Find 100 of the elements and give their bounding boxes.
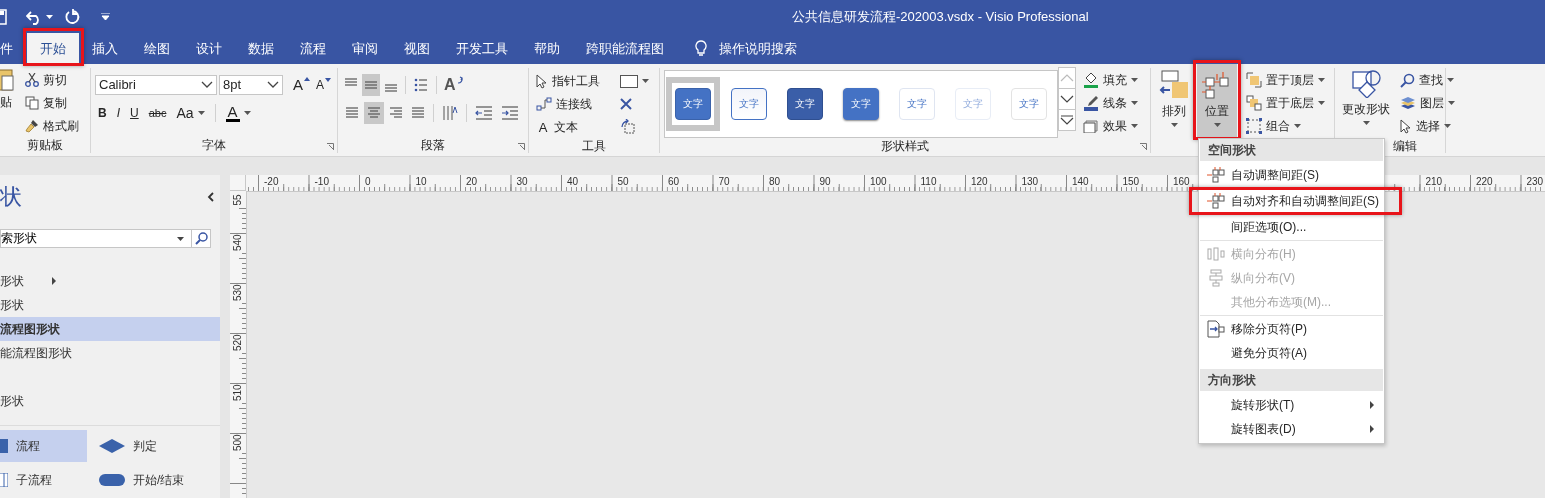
shape-style-option[interactable]: 填充 [1080,69,1141,91]
ribbon-tab[interactable]: 视图 [391,33,443,64]
tool-button[interactable]: 连接线 [533,93,613,115]
ribbon-tab[interactable]: 件 [0,33,13,64]
redo-icon [65,8,81,25]
indent-icon [501,105,519,120]
outdent-icon [475,105,493,120]
underline-button[interactable]: U [127,101,142,124]
caret-icon [1318,101,1325,105]
caret-icon [1362,121,1370,125]
customize-icon [101,13,110,20]
large-button[interactable]: 位置 [1197,64,1237,138]
change-shape-button[interactable]: 更改形状 [1339,64,1393,138]
edit-button[interactable]: 选择 [1397,115,1458,137]
menu-item[interactable]: 间距选项(O)... [1200,215,1383,239]
large-button[interactable]: 排列 [1155,64,1193,138]
ruler-label: 70 [717,176,731,187]
connector-icon [536,97,552,111]
ruler-label: 10 [414,176,428,187]
change-shape-icon [1351,68,1381,98]
menu-item[interactable]: 自动对齐和自动调整间距(S) [1189,187,1402,215]
menu-item[interactable]: 避免分页符(A) [1200,341,1383,365]
tool-button[interactable]: 指针工具 [533,70,613,92]
clipboard-button[interactable]: 复制 [22,92,82,114]
align-middle-button[interactable] [362,73,380,96]
ribbon-tab[interactable]: 帮助 [521,33,573,64]
ribbon-tab[interactable]: 跨职能流程图 [573,33,677,64]
spacing-icon [1206,193,1225,209]
menu-item[interactable]: 自动调整间距(S) [1200,163,1383,187]
shrink-font-button[interactable]: A [314,73,334,96]
ribbon-tab[interactable]: 绘图 [131,33,183,64]
scroll-down-button[interactable] [1058,88,1076,110]
justify-icon [411,105,425,120]
menu-heading: 空间形状 [1200,139,1383,161]
align-center-button[interactable] [364,101,384,124]
arrange-button[interactable]: 置于底层 [1243,92,1328,114]
stencil-shape[interactable]: 流程 [0,430,87,462]
ruler-label: 40 [566,176,580,187]
tool-button[interactable]: A 文本 [533,116,613,138]
style-swatch[interactable]: 文字 [666,77,720,131]
ribbon-tab[interactable]: 数据 [235,33,287,64]
change-case-button[interactable]: Aa [173,101,208,124]
process-shape-icon [0,439,8,453]
edit-button[interactable]: 图层 [1397,92,1458,114]
ruler-label: 520 [230,335,246,351]
paste-button[interactable]: 贴 [0,68,18,134]
search-icon [1400,72,1415,88]
shape-style-option[interactable]: 效果 [1080,115,1141,137]
ribbon-tab[interactable]: 插入 [79,33,131,64]
decision-shape-icon [99,439,125,453]
stencil-item[interactable]: 形状 [0,389,220,413]
tell-me-search[interactable]: 操作说明搜索 [689,33,803,64]
distribute-horizontal-icon [1206,247,1225,261]
more-styles-button[interactable] [1058,109,1076,131]
ribbon-tab[interactable]: 设计 [183,33,235,64]
ruler-label: 530 [230,285,246,301]
caret-icon [1444,124,1451,128]
arrange-button[interactable]: 置于顶层 [1243,69,1328,91]
stencil-item[interactable]: 流程图形状 [0,317,220,341]
menu-item[interactable]: 旋转形状(T) [1200,393,1383,417]
ruler-label: 120 [970,176,989,187]
stencil-item[interactable]: 形状 [0,293,220,317]
search-field[interactable]: 索形状 [0,229,192,248]
ribbon-tab[interactable]: 流程 [287,33,339,64]
group-label: 段落 [420,137,446,153]
stencil-item[interactable]: 能流程图形状 [0,341,220,365]
clipboard-button[interactable]: 格式刷 [22,115,82,137]
bold-button[interactable]: B [95,101,110,124]
shape-style-option[interactable]: 线条 [1080,92,1141,114]
ribbon-tab[interactable]: 审阅 [339,33,391,64]
ruler-label: 160 [1172,176,1191,187]
edit-button[interactable]: 查找 [1397,69,1458,91]
font-color-button[interactable]: A [222,101,254,124]
brush-icon [25,119,39,133]
font-size-field[interactable]: 8pt [219,74,283,95]
group-label: 编辑 [1392,138,1418,154]
caret-icon [177,237,184,241]
clipboard-button[interactable]: 剪切 [22,69,82,91]
caret-icon [1131,124,1138,128]
group-label: 字体 [201,137,227,153]
stencil-item[interactable]: 形状 [0,269,220,293]
pen-icon [1083,95,1099,111]
menu-heading: 方向形状 [1200,369,1383,391]
collapse-button[interactable] [207,192,214,202]
menu-item[interactable]: 移除分页符(P) [1200,317,1383,341]
ribbon-tab[interactable]: 开发工具 [443,33,521,64]
arrange-button[interactable]: 组合 [1243,115,1328,137]
ruler-label: 210 [1424,176,1444,187]
font-name-field[interactable]: Calibri [95,74,217,95]
ruler-label: 220 [1475,176,1494,187]
align-right-icon [389,105,403,120]
caret-icon [642,79,649,83]
menu-item[interactable]: 旋转图表(D) [1200,417,1383,441]
text-direction-button[interactable]: A [442,73,465,96]
strikethrough-button[interactable]: abc [145,101,170,124]
italic-button[interactable]: I [113,101,123,124]
chevron-down-icon [1060,95,1074,103]
bring-front-icon [1246,72,1262,88]
grow-font-button[interactable]: A [291,73,312,96]
ribbon-tab[interactable]: 开始 [27,33,79,64]
